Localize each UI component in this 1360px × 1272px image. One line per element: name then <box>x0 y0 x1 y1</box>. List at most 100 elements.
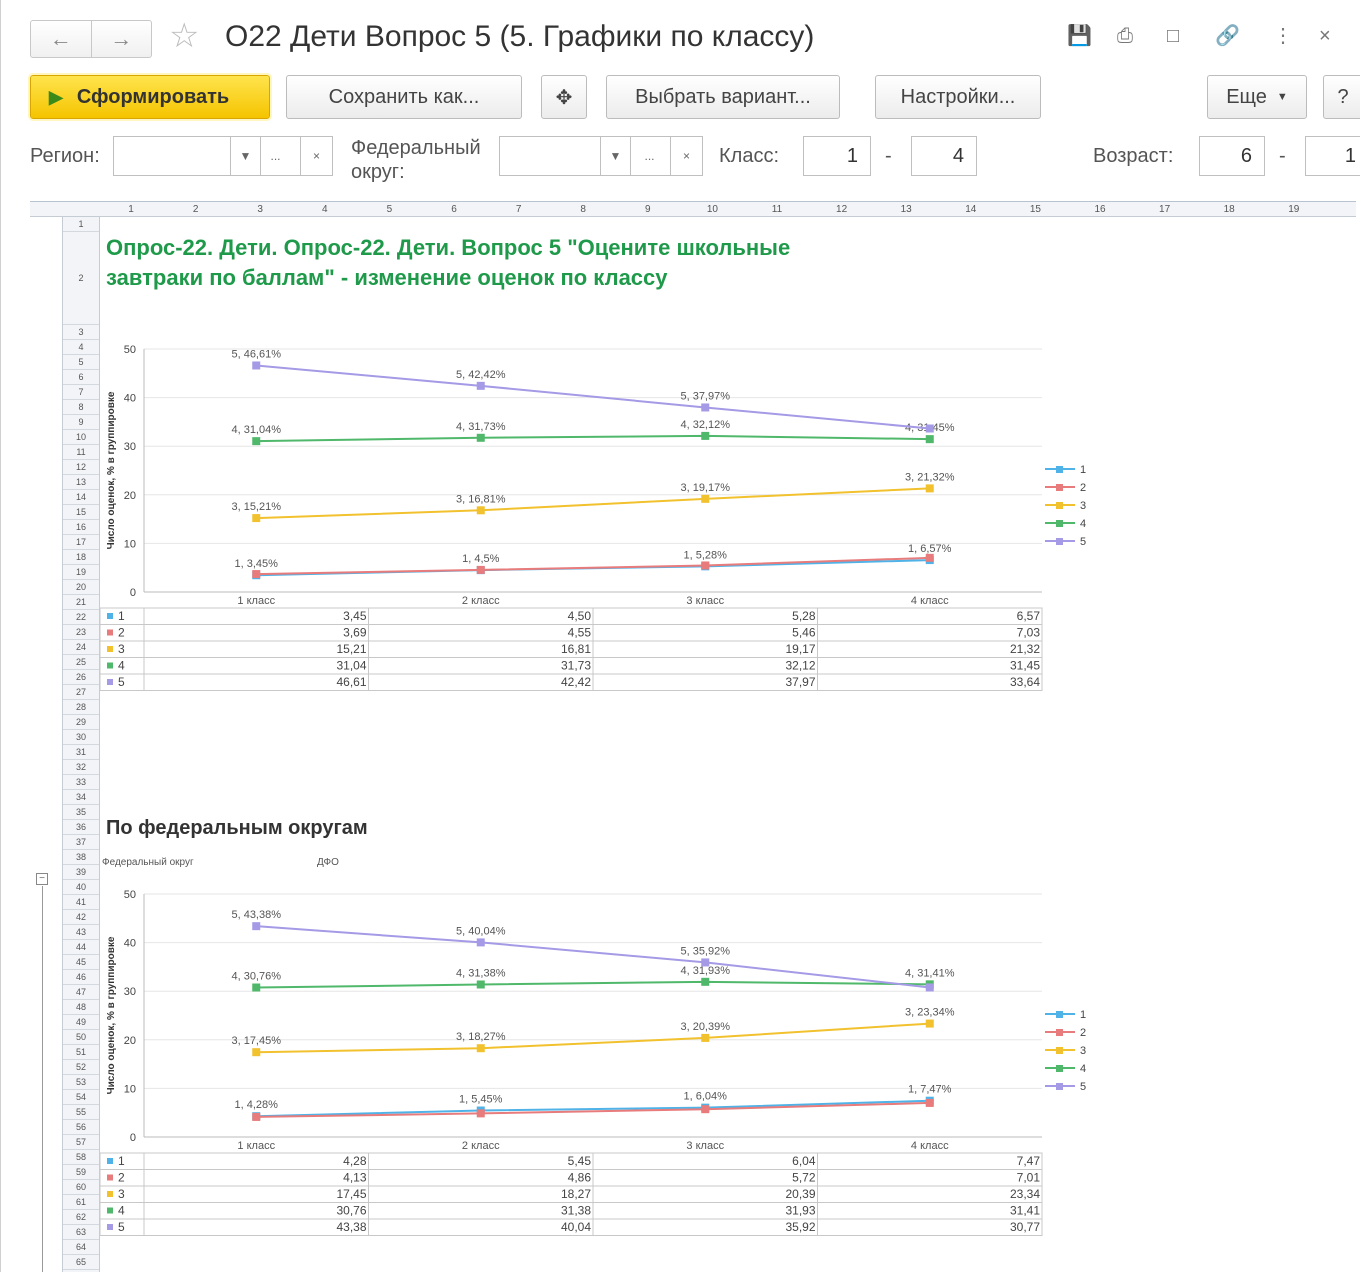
column-number[interactable]: 17 <box>1150 204 1180 215</box>
row-number[interactable]: 49 <box>63 1015 99 1030</box>
fed-district-input[interactable]: ▼ ... × <box>499 136 703 176</box>
close-icon[interactable]: × <box>1319 26 1331 46</box>
row-number[interactable]: 3 <box>63 325 99 340</box>
row-number[interactable]: 6 <box>63 370 99 385</box>
class-from-input[interactable]: 1 <box>803 136 871 176</box>
row-number[interactable]: 59 <box>63 1165 99 1180</box>
row-number[interactable]: 30 <box>63 730 99 745</box>
forward-icon[interactable]: → <box>90 21 152 57</box>
column-number[interactable]: 3 <box>245 204 275 215</box>
row-number[interactable]: 40 <box>63 880 99 895</box>
preview-icon[interactable]: □ <box>1167 26 1179 46</box>
row-number[interactable]: 8 <box>63 400 99 415</box>
column-number[interactable]: 7 <box>504 204 534 215</box>
row-number[interactable]: 2 <box>63 232 99 325</box>
row-number[interactable]: 35 <box>63 805 99 820</box>
move-icon[interactable]: ✥ <box>541 75 587 119</box>
row-number[interactable]: 44 <box>63 940 99 955</box>
row-number[interactable]: 43 <box>63 925 99 940</box>
row-number[interactable]: 42 <box>63 910 99 925</box>
row-number[interactable]: 41 <box>63 895 99 910</box>
column-number[interactable]: 11 <box>762 204 792 215</box>
generate-button[interactable]: ▶ Сформировать <box>28 73 272 121</box>
row-number[interactable]: 28 <box>63 700 99 715</box>
region-input[interactable]: ▼ ... × <box>113 136 333 176</box>
fed-district-select-button[interactable]: ... <box>630 137 668 175</box>
back-icon[interactable]: ← <box>31 21 91 57</box>
collapse-group-icon[interactable]: − <box>36 873 48 885</box>
column-number[interactable]: 12 <box>827 204 857 215</box>
row-number[interactable]: 64 <box>63 1240 99 1255</box>
star-icon[interactable]: ☆ <box>169 19 199 53</box>
row-number[interactable]: 11 <box>63 445 99 460</box>
more-vertical-icon[interactable]: ⋮ <box>1273 26 1293 46</box>
row-number[interactable]: 21 <box>63 595 99 610</box>
row-number[interactable]: 29 <box>63 715 99 730</box>
region-dropdown[interactable]: ▼ <box>230 137 260 175</box>
spreadsheet-document[interactable]: 1 2 3 4 5 6 7 8 9 10 11 12 13 14 15 16 17 18 19 − 12345678… <box>30 201 1356 1272</box>
row-number[interactable]: 45 <box>63 955 99 970</box>
row-number[interactable]: 55 <box>63 1105 99 1120</box>
row-number[interactable]: 7 <box>63 385 99 400</box>
class-to-input[interactable]: 4 <box>911 136 977 176</box>
age-from-input[interactable]: 6 <box>1199 136 1265 176</box>
row-number[interactable]: 14 <box>63 490 99 505</box>
row-number[interactable]: 31 <box>63 745 99 760</box>
save-icon[interactable]: 💾 <box>1067 26 1092 46</box>
column-number[interactable]: 15 <box>1020 204 1050 215</box>
row-number[interactable]: 48 <box>63 1000 99 1015</box>
row-number[interactable]: 9 <box>63 415 99 430</box>
row-number[interactable]: 19 <box>63 565 99 580</box>
row-number[interactable]: 37 <box>63 835 99 850</box>
row-number[interactable]: 46 <box>63 970 99 985</box>
row-number[interactable]: 27 <box>63 685 99 700</box>
row-number[interactable]: 54 <box>63 1090 99 1105</box>
row-number[interactable]: 63 <box>63 1225 99 1240</box>
row-number[interactable]: 39 <box>63 865 99 880</box>
row-number[interactable]: 56 <box>63 1120 99 1135</box>
row-number[interactable]: 26 <box>63 670 99 685</box>
row-number[interactable]: 61 <box>63 1195 99 1210</box>
age-to-input[interactable]: 1 <box>1305 136 1360 176</box>
help-button[interactable]: ? <box>1323 75 1360 119</box>
row-number[interactable]: 12 <box>63 460 99 475</box>
row-number[interactable]: 18 <box>63 550 99 565</box>
row-number[interactable]: 53 <box>63 1075 99 1090</box>
fed-district-clear-button[interactable]: × <box>670 137 702 175</box>
row-number[interactable]: 1 <box>63 217 99 232</box>
row-number[interactable]: 16 <box>63 520 99 535</box>
row-number[interactable]: 32 <box>63 760 99 775</box>
row-number[interactable]: 51 <box>63 1045 99 1060</box>
row-number[interactable]: 52 <box>63 1060 99 1075</box>
column-number[interactable]: 4 <box>310 204 340 215</box>
row-number[interactable]: 20 <box>63 580 99 595</box>
row-number[interactable]: 23 <box>63 625 99 640</box>
column-number[interactable]: 14 <box>956 204 986 215</box>
column-number[interactable]: 2 <box>181 204 211 215</box>
link-icon[interactable]: 🔗 <box>1215 26 1240 46</box>
row-number[interactable]: 17 <box>63 535 99 550</box>
more-button[interactable]: Еще ▼ <box>1207 75 1307 119</box>
row-number[interactable]: 58 <box>63 1150 99 1165</box>
row-number[interactable]: 34 <box>63 790 99 805</box>
row-number[interactable]: 65 <box>63 1255 99 1270</box>
row-number[interactable]: 36 <box>63 820 99 835</box>
column-number[interactable]: 9 <box>633 204 663 215</box>
row-number[interactable]: 33 <box>63 775 99 790</box>
row-number[interactable]: 22 <box>63 610 99 625</box>
row-number[interactable]: 4 <box>63 340 99 355</box>
column-number[interactable]: 5 <box>374 204 404 215</box>
column-number[interactable]: 8 <box>568 204 598 215</box>
row-number[interactable]: 13 <box>63 475 99 490</box>
row-number[interactable]: 57 <box>63 1135 99 1150</box>
region-clear-button[interactable]: × <box>300 137 332 175</box>
row-number[interactable]: 62 <box>63 1210 99 1225</box>
row-number[interactable]: 60 <box>63 1180 99 1195</box>
settings-button[interactable]: Настройки... <box>875 75 1041 119</box>
row-number[interactable]: 25 <box>63 655 99 670</box>
row-number[interactable]: 10 <box>63 430 99 445</box>
column-number[interactable]: 16 <box>1085 204 1115 215</box>
choose-variant-button[interactable]: Выбрать вариант... <box>606 75 840 119</box>
row-number[interactable]: 38 <box>63 850 99 865</box>
save-as-button[interactable]: Сохранить как... <box>286 75 522 119</box>
